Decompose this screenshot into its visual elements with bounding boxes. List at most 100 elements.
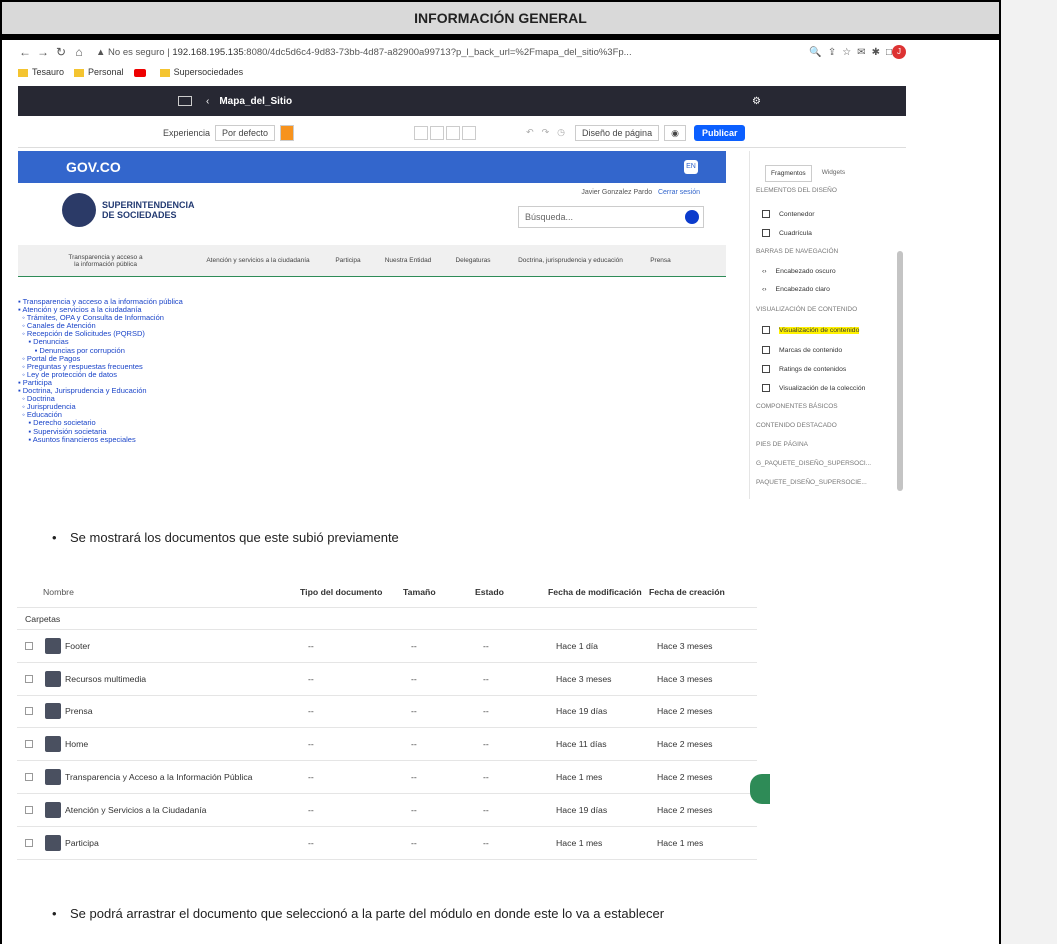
star-icon[interactable]: ☆: [842, 47, 851, 58]
puzzle-icon[interactable]: ✱: [872, 47, 880, 58]
fragment-dark-header[interactable]: ‹› Encabezado oscuro: [762, 268, 836, 275]
undo-icon[interactable]: ↶: [526, 127, 534, 138]
col-state[interactable]: Estado: [475, 587, 548, 597]
sidebar-toggle-icon[interactable]: [178, 96, 192, 106]
row-checkbox[interactable]: [25, 707, 33, 716]
fragment-ratings[interactable]: Ratings de contenidos: [762, 365, 846, 373]
table-row[interactable]: Atención y Servicios a la Ciudadanía -- --…: [17, 794, 757, 827]
row-checkbox[interactable]: [25, 805, 33, 814]
sitemap-link[interactable]: ◦ Preguntas y respuestas frecuentes: [18, 362, 726, 371]
bookmark-tesauro[interactable]: Tesauro: [18, 67, 64, 77]
menu-item[interactable]: Doctrina, jurisprudencia y educación: [503, 257, 638, 264]
col-name[interactable]: Nombre: [17, 587, 300, 597]
table-row[interactable]: Prensa -- -- -- Hace 19 días Hace 2 meses: [17, 696, 757, 729]
section-footers[interactable]: PIES DE PÁGINA: [756, 441, 808, 448]
col-modified[interactable]: Fecha de modificación: [548, 587, 649, 597]
section-content-display[interactable]: VISUALIZACIÓN DE CONTENIDO: [756, 306, 857, 313]
row-checkbox[interactable]: [25, 740, 33, 749]
fragment-content-display[interactable]: Visualización de contenido: [762, 326, 860, 334]
sitemap-link[interactable]: ▪ Doctrina, Jurisprudencia y Educación: [18, 386, 726, 395]
gov-logo[interactable]: GOV.CO: [66, 159, 121, 175]
row-checkbox[interactable]: [25, 773, 33, 782]
bookmark-supersociedades[interactable]: Supersociedades: [159, 67, 243, 77]
sitemap-link[interactable]: ◦ Jurisprudencia: [18, 403, 726, 411]
site-brand[interactable]: SUPERINTENDENCIA DE SOCIEDADES: [62, 193, 195, 227]
fragment-collection-display[interactable]: Visualización de la colección: [762, 384, 865, 392]
profile-avatar[interactable]: J: [892, 45, 906, 59]
bookmark-personal[interactable]: Personal: [74, 67, 124, 77]
row-checkbox[interactable]: [25, 674, 33, 683]
search-icon[interactable]: [685, 210, 699, 224]
youtube-icon[interactable]: [133, 67, 150, 77]
section-navigation-bars[interactable]: BARRAS DE NAVEGACIÓN: [756, 248, 838, 255]
desktop-icon[interactable]: [414, 125, 429, 140]
sitemap-link[interactable]: ◦ Trámites, OPA y Consulta de Informació…: [18, 314, 726, 322]
tab-widgets[interactable]: Widgets: [822, 165, 845, 182]
folder-name[interactable]: Prensa: [65, 706, 308, 716]
menu-item[interactable]: Nuestra Entidad: [373, 257, 443, 264]
folder-name[interactable]: Recursos multimedia: [65, 674, 308, 684]
fragment-container[interactable]: Contenedor: [762, 210, 815, 218]
menu-item[interactable]: Delegaturas: [443, 257, 503, 264]
language-button[interactable]: EN: [684, 160, 698, 174]
sitemap-link[interactable]: ▪ Asuntos financieros especiales: [18, 435, 726, 444]
forward-icon[interactable]: →: [36, 45, 50, 59]
folder-name[interactable]: Atención y Servicios a la Ciudadanía: [65, 805, 308, 815]
menu-item[interactable]: Atención y servicios a la ciudadanía: [193, 257, 323, 264]
flag-icon[interactable]: [280, 124, 295, 141]
table-row[interactable]: Transparencia y Acceso a la Información …: [17, 761, 757, 794]
sitemap-link[interactable]: ▪ Derecho societario: [18, 419, 726, 427]
sitemap-link[interactable]: ▪ Denuncias por corrupción: [18, 346, 726, 355]
logout-link[interactable]: Cerrar sesión: [658, 189, 700, 196]
menu-item[interactable]: Participa: [323, 257, 373, 264]
share-icon[interactable]: ⇪: [828, 47, 836, 58]
tablet-icon[interactable]: [430, 125, 445, 140]
table-row[interactable]: Recursos multimedia -- -- -- Hace 3 meses Hac…: [17, 663, 757, 696]
sitemap-link[interactable]: ◦ Doctrina: [18, 395, 726, 403]
section-basic-components[interactable]: COMPONENTES BÁSICOS: [756, 403, 838, 410]
sitemap-link[interactable]: ◦ Recepción de Solicitudes (PQRSD): [18, 330, 726, 338]
table-row[interactable]: Participa -- -- -- Hace 1 mes Hace 1 mes: [17, 827, 757, 860]
preview-eye-icon[interactable]: ◉: [664, 124, 686, 141]
section-featured-content[interactable]: CONTENIDO DESTACADO: [756, 422, 837, 429]
home-icon[interactable]: ⌂: [72, 45, 86, 59]
panel-scrollbar[interactable]: [897, 251, 903, 491]
publish-button[interactable]: Publicar: [693, 124, 746, 141]
folder-name[interactable]: Participa: [65, 838, 308, 848]
fragment-grid[interactable]: Cuadrícula: [762, 229, 812, 237]
history-icon[interactable]: ◷: [557, 127, 565, 138]
back-icon[interactable]: ←: [18, 45, 32, 59]
gear-icon[interactable]: ⚙: [752, 96, 761, 107]
menu-item[interactable]: Prensa: [638, 257, 683, 264]
section-g-package[interactable]: G_PAQUETE_DISEÑO_SUPERSOCI...: [756, 460, 871, 467]
sitemap-link[interactable]: ◦ Ley de protección de datos: [18, 370, 726, 379]
section-design-elements[interactable]: ELEMENTOS DEL DISEÑO: [756, 187, 837, 194]
tab-fragments[interactable]: Fragmentos: [765, 165, 812, 182]
sitemap-link[interactable]: ◦ Educación: [18, 411, 726, 419]
folder-name[interactable]: Footer: [65, 641, 308, 651]
floating-button[interactable]: [750, 774, 770, 804]
col-size[interactable]: Tamaño: [403, 587, 475, 597]
row-checkbox[interactable]: [25, 838, 33, 847]
table-row[interactable]: Home -- -- -- Hace 11 días Hace 2 meses: [17, 728, 757, 762]
menu-item[interactable]: Transparencia y acceso a la información …: [18, 254, 193, 268]
fragment-content-tags[interactable]: Marcas de contenido: [762, 346, 842, 354]
zoom-icon[interactable]: 🔍: [809, 47, 821, 58]
row-checkbox[interactable]: [25, 641, 33, 650]
landscape-icon[interactable]: [446, 125, 461, 140]
redo-icon[interactable]: ↷: [542, 127, 550, 138]
back-chevron-icon[interactable]: ‹: [206, 96, 209, 107]
address-bar[interactable]: ▲ No es seguro | 192.168.195.135:8080/4d…: [96, 47, 805, 58]
col-created[interactable]: Fecha de creación: [649, 587, 729, 597]
mail-icon[interactable]: ✉: [857, 47, 865, 58]
folder-name[interactable]: Home: [65, 739, 308, 749]
experience-select[interactable]: Por defecto: [215, 124, 276, 141]
table-row[interactable]: Footer -- -- -- Hace 1 día Hace 3 meses: [17, 630, 757, 663]
layout-select[interactable]: Diseño de página: [575, 124, 660, 141]
section-package[interactable]: PAQUETE_DISEÑO_SUPERSOCIE...: [756, 479, 867, 486]
reload-icon[interactable]: ↻: [54, 45, 68, 59]
folder-name[interactable]: Transparencia y Acceso a la Información …: [65, 772, 308, 782]
site-search-input[interactable]: Búsqueda...: [518, 206, 704, 228]
phone-icon[interactable]: [462, 125, 477, 140]
col-type[interactable]: Tipo del documento: [300, 587, 403, 597]
